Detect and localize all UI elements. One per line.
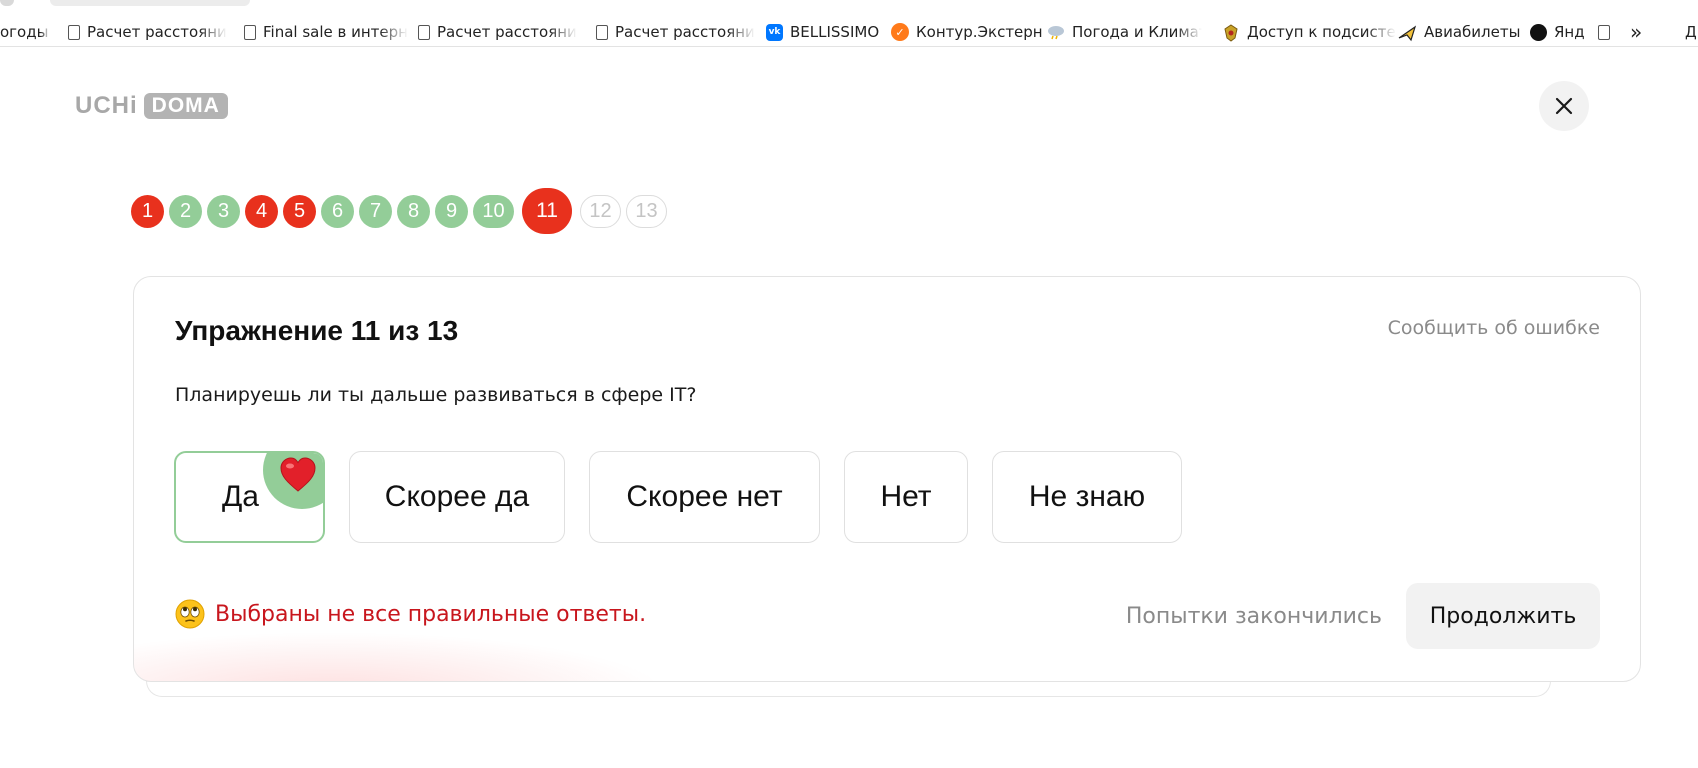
bookmark-item[interactable]: vk BELLISSIMO <box>766 21 879 43</box>
progress-step-10[interactable]: 10 <box>473 194 514 228</box>
heart-icon <box>280 457 316 492</box>
bookmark-label: Янд <box>1554 23 1585 41</box>
bookmark-label: Final sale в интерн <box>263 23 408 41</box>
progress-step-4[interactable]: 4 <box>245 194 278 228</box>
bookmark-item[interactable]: Доступ к подсисте <box>1222 21 1396 43</box>
progress-step-5[interactable]: 5 <box>283 194 316 228</box>
answer-option-da[interactable]: Да <box>174 451 325 543</box>
close-button[interactable] <box>1539 81 1589 131</box>
bookmark-label: Погода и Климат <box>1072 23 1202 41</box>
option-label: Да <box>221 480 259 513</box>
option-label: Не знаю <box>1028 480 1146 513</box>
bookmark-item[interactable]: Авиабилеты <box>1397 21 1520 43</box>
exercise-progress: 1 2 3 4 5 6 7 8 9 10 11 12 13 <box>131 188 667 234</box>
progress-step-13[interactable]: 13 <box>626 194 667 228</box>
bookmark-item[interactable] <box>1598 21 1617 43</box>
address-bar-edge[interactable] <box>50 0 250 6</box>
kontur-icon: ✓ <box>891 23 909 41</box>
weather-icon <box>1047 24 1065 40</box>
option-label: Нет <box>880 480 932 513</box>
bookmark-label: огоды в <box>0 23 50 41</box>
uchi-doma-logo[interactable]: UCHi DOMA <box>75 92 228 120</box>
vk-icon: vk <box>766 23 783 41</box>
bookmark-label: Доступ к подсисте <box>1247 23 1396 41</box>
progress-step-9[interactable]: 9 <box>435 194 468 228</box>
bookmark-item[interactable]: Д <box>1685 21 1697 43</box>
progress-step-11[interactable]: 11 <box>522 188 572 234</box>
document-icon <box>68 24 80 40</box>
bookmark-item[interactable]: Янд <box>1530 21 1585 43</box>
continue-button[interactable]: Продолжить <box>1406 583 1600 649</box>
bookmark-label: Расчет расстояни <box>87 23 227 41</box>
progress-step-2[interactable]: 2 <box>169 194 202 228</box>
bookmark-item[interactable]: Final sale в интерн <box>244 21 408 43</box>
exercise-card: Упражнение 11 из 13 Сообщить об ошибке П… <box>133 276 1641 682</box>
bookmark-item[interactable]: Расчет расстояни <box>418 21 577 43</box>
bookmark-label: Авиабилеты <box>1424 23 1521 41</box>
bookmark-item[interactable]: огоды в <box>0 21 50 43</box>
bookmarks-overflow-button[interactable]: » <box>1630 20 1643 44</box>
bookmark-item[interactable]: Погода и Климат <box>1047 21 1202 43</box>
report-error-link[interactable]: Сообщить об ошибке <box>1388 317 1600 339</box>
yandex-icon <box>1530 23 1547 41</box>
answer-option-net[interactable]: Нет <box>844 451 968 543</box>
bookmark-item[interactable]: ✓ Контур.Экстерн <box>891 21 1043 43</box>
progress-step-7[interactable]: 7 <box>359 194 392 228</box>
exercise-title: Упражнение 11 из 13 <box>175 315 459 346</box>
emblem-icon <box>1222 24 1240 42</box>
answer-options: Да Скорее да Скорее нет Нет Не знаю <box>174 451 1182 543</box>
rolling-eyes-emoji-icon <box>175 599 205 629</box>
answer-option-ne-znayu[interactable]: Не знаю <box>992 451 1182 543</box>
progress-step-6[interactable]: 6 <box>321 194 354 228</box>
close-icon <box>1555 97 1573 115</box>
progress-step-1[interactable]: 1 <box>131 194 164 228</box>
document-icon <box>418 24 430 40</box>
chevron-double-right-icon: » <box>1630 20 1643 44</box>
progress-step-12[interactable]: 12 <box>580 194 621 228</box>
answer-option-skoree-net[interactable]: Скорее нет <box>589 451 820 543</box>
bookmark-label: Расчет расстояни <box>437 23 577 41</box>
progress-step-8[interactable]: 8 <box>397 194 430 228</box>
bookmarks-bar: огоды в Расчет расстояни Final sale в ин… <box>0 0 1698 47</box>
bookmark-label: Расчет расстояни <box>615 23 755 41</box>
option-label: Скорее нет <box>626 480 783 513</box>
document-icon <box>596 24 608 40</box>
answer-option-skoree-da[interactable]: Скорее да <box>349 451 565 543</box>
logo-text: UCHi <box>75 92 138 119</box>
feedback-text: Выбраны не все правильные ответы. <box>215 601 647 627</box>
bookmark-item[interactable]: Расчет расстояни <box>596 21 755 43</box>
document-icon <box>244 24 256 40</box>
bookmark-item[interactable]: Расчет расстояни <box>68 21 227 43</box>
error-glow <box>134 627 694 681</box>
bookmark-label: Контур.Экстерн <box>916 23 1043 41</box>
browser-chrome-strip <box>0 0 14 6</box>
progress-step-3[interactable]: 3 <box>207 194 240 228</box>
airplane-icon <box>1397 24 1417 42</box>
logo-badge: DOMA <box>143 93 228 119</box>
feedback-message: Выбраны не все правильные ответы. <box>175 599 646 629</box>
question-text: Планируешь ли ты дальше развиваться в сф… <box>175 384 697 406</box>
document-icon <box>1598 24 1610 40</box>
bookmark-label: Д <box>1685 23 1697 41</box>
bookmark-label: BELLISSIMO <box>790 23 880 41</box>
option-label: Скорее да <box>384 480 530 513</box>
attempts-status: Попытки закончились <box>1125 604 1382 629</box>
